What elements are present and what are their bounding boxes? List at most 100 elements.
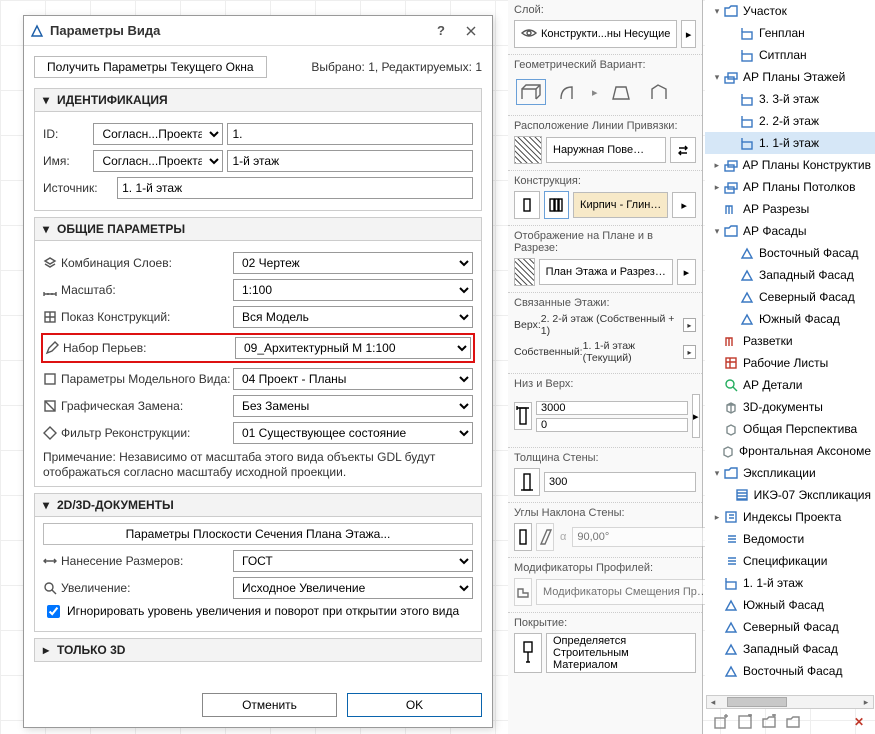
tree-item[interactable]: 3. 3-й этаж — [705, 88, 875, 110]
top-height-input[interactable] — [536, 401, 688, 415]
tree-item[interactable]: Западный Фасад — [705, 264, 875, 286]
tree-item[interactable]: Спецификации — [705, 550, 875, 572]
3ddoc-icon — [723, 399, 739, 415]
tree-item[interactable]: Южный Фасад — [705, 308, 875, 330]
top-link-button[interactable]: ▸ — [683, 318, 696, 332]
tree-item[interactable]: 3D-документы — [705, 396, 875, 418]
tree-item[interactable]: 1. 1-й этаж — [705, 572, 875, 594]
tree-caret-icon[interactable]: ▾ — [711, 468, 723, 479]
tree-item[interactable]: Фронтальная Аксономе — [705, 440, 875, 462]
ok-button[interactable]: OK — [347, 693, 482, 717]
geometry-variant-picker[interactable]: ▸ — [514, 75, 696, 109]
tree-item[interactable]: Общая Перспектива — [705, 418, 875, 440]
tree-item[interactable]: ▾АР Фасады — [705, 220, 875, 242]
section-3donly-header[interactable]: ▸ ТОЛЬКО 3D — [34, 638, 482, 662]
tree-item[interactable]: ИКЭ-07 Экспликация — [705, 484, 875, 506]
single-material-icon[interactable] — [514, 191, 540, 219]
tree-item[interactable]: ▸Индексы Проекта — [705, 506, 875, 528]
section-identification-header[interactable]: ▾ ИДЕНТИФИКАЦИЯ — [34, 88, 482, 112]
tree-item[interactable]: Северный Фасад — [705, 286, 875, 308]
id-mode-select[interactable]: Согласн...Проекта — [93, 123, 223, 145]
bottom-height-input[interactable] — [536, 418, 688, 432]
geom-straight-icon[interactable] — [516, 79, 546, 105]
tree-item[interactable]: Ситплан — [705, 44, 875, 66]
dimensions-select[interactable]: ГОСТ — [233, 550, 473, 572]
slant-vertical-icon[interactable] — [514, 523, 532, 551]
composite-icon[interactable] — [544, 191, 570, 219]
tree-item[interactable]: Ведомости — [705, 528, 875, 550]
delete-icon[interactable]: ✕ — [850, 713, 868, 731]
refline-flip-button[interactable] — [670, 137, 696, 163]
tree-item[interactable]: Северный Фасад — [705, 616, 875, 638]
tree-caret-icon[interactable]: ▾ — [711, 6, 723, 17]
section-2d3d-header[interactable]: ▾ 2D/3D-ДОКУМЕНТЫ — [34, 493, 482, 517]
name-mode-select[interactable]: Согласн...Проекта — [93, 150, 223, 172]
cancel-button[interactable]: Отменить — [202, 693, 337, 717]
geom-curved-icon[interactable] — [554, 79, 584, 105]
id-field[interactable] — [227, 123, 473, 145]
tree-item[interactable]: ▾Участок — [705, 0, 875, 22]
close-button[interactable] — [456, 19, 486, 43]
graphic-override-select[interactable]: Без Замены — [233, 395, 473, 417]
get-current-window-button[interactable]: Получить Параметры Текущего Окна — [34, 56, 267, 78]
navigator-tree[interactable]: ▾УчастокГенпланСитплан▾АР Планы Этажей3.… — [705, 0, 875, 700]
clone-folder-icon[interactable] — [784, 713, 802, 731]
help-button[interactable]: ? — [426, 19, 456, 43]
tree-item[interactable]: Рабочие Листы — [705, 352, 875, 374]
tree-caret-icon[interactable]: ▾ — [711, 226, 723, 237]
surface-display[interactable]: Определяется Строительным Материалом — [546, 633, 696, 673]
renovation-filter-select[interactable]: 01 Существующее состояние — [233, 422, 473, 444]
height-arrow-button[interactable]: ▸ — [692, 394, 700, 438]
layer-selector[interactable]: Конструкти...ны Несущие — [514, 20, 677, 48]
tree-caret-icon[interactable]: ▸ — [711, 182, 723, 193]
tree-caret-icon[interactable]: ▸ — [711, 512, 723, 523]
tree-caret-icon[interactable]: ▸ — [711, 160, 723, 171]
layer-combo-select[interactable]: 02 Чертеж — [233, 252, 473, 274]
new-view-icon[interactable] — [712, 713, 730, 731]
tree-item[interactable]: ▾АР Планы Этажей — [705, 66, 875, 88]
tree-item[interactable]: Разветки — [705, 330, 875, 352]
ignore-zoom-checkbox[interactable] — [47, 605, 60, 618]
renovation-filter-label: Фильтр Реконструкции: — [43, 426, 233, 440]
tree-item[interactable]: ▾Экспликации — [705, 462, 875, 484]
display-arrow-button[interactable]: ▸ — [677, 259, 696, 285]
tree-item[interactable]: Южный Фасад — [705, 594, 875, 616]
new-folder-icon[interactable] — [760, 713, 778, 731]
tree-item[interactable]: Восточный Фасад — [705, 242, 875, 264]
tree-item[interactable]: Генплан — [705, 22, 875, 44]
scale-select[interactable]: 1:100 — [233, 279, 473, 301]
save-view-icon[interactable] — [736, 713, 754, 731]
construction-arrow-button[interactable]: ▸ — [672, 192, 696, 218]
override-icon — [43, 399, 57, 413]
section-general-header[interactable]: ▾ ОБЩИЕ ПАРАМЕТРЫ — [34, 217, 482, 241]
surface-paint-icon[interactable] — [514, 633, 542, 673]
tree-item[interactable]: 2. 2-й этаж — [705, 110, 875, 132]
pen-set-select[interactable]: 09_Архитектурный М 1:100 — [235, 337, 471, 359]
slant-angled-icon[interactable] — [536, 523, 554, 551]
name-field[interactable] — [227, 150, 473, 172]
layer-arrow-button[interactable]: ▸ — [681, 20, 696, 48]
tree-scrollbar[interactable]: ◂ ▸ — [706, 695, 874, 709]
display-select[interactable]: План Этажа и Разрез… — [539, 259, 673, 285]
zoom-select[interactable]: Исходное Увеличение — [233, 577, 473, 599]
geom-poly-icon[interactable] — [644, 79, 674, 105]
reference-line-select[interactable]: Наружная Пове… — [546, 137, 666, 163]
floor-plan-cut-settings-button[interactable]: Параметры Плоскости Сечения Плана Этажа.… — [43, 523, 473, 545]
tree-caret-icon[interactable]: ▾ — [711, 72, 723, 83]
pens-label: Набор Перьев: — [45, 341, 235, 355]
tree-item[interactable]: ▸АР Планы Конструктив — [705, 154, 875, 176]
tree-item[interactable]: Восточный Фасад — [705, 660, 875, 682]
construction-display-select[interactable]: Вся Модель — [233, 306, 473, 328]
thickness-input[interactable] — [544, 472, 696, 492]
mvo-select[interactable]: 04 Проект - Планы — [233, 368, 473, 390]
own-link-button[interactable]: ▸ — [683, 345, 696, 359]
dialog-titlebar[interactable]: Параметры Вида ? — [24, 16, 492, 46]
tree-item[interactable]: 1. 1-й этаж — [705, 132, 875, 154]
scrollbar-thumb[interactable] — [727, 697, 787, 707]
construction-select[interactable]: Кирпич - Глин… — [573, 192, 668, 218]
tree-item[interactable]: Западный Фасад — [705, 638, 875, 660]
tree-item[interactable]: ▸АР Планы Потолков — [705, 176, 875, 198]
geom-trapez-icon[interactable] — [606, 79, 636, 105]
tree-item[interactable]: АР Разрезы — [705, 198, 875, 220]
tree-item[interactable]: АР Детали — [705, 374, 875, 396]
